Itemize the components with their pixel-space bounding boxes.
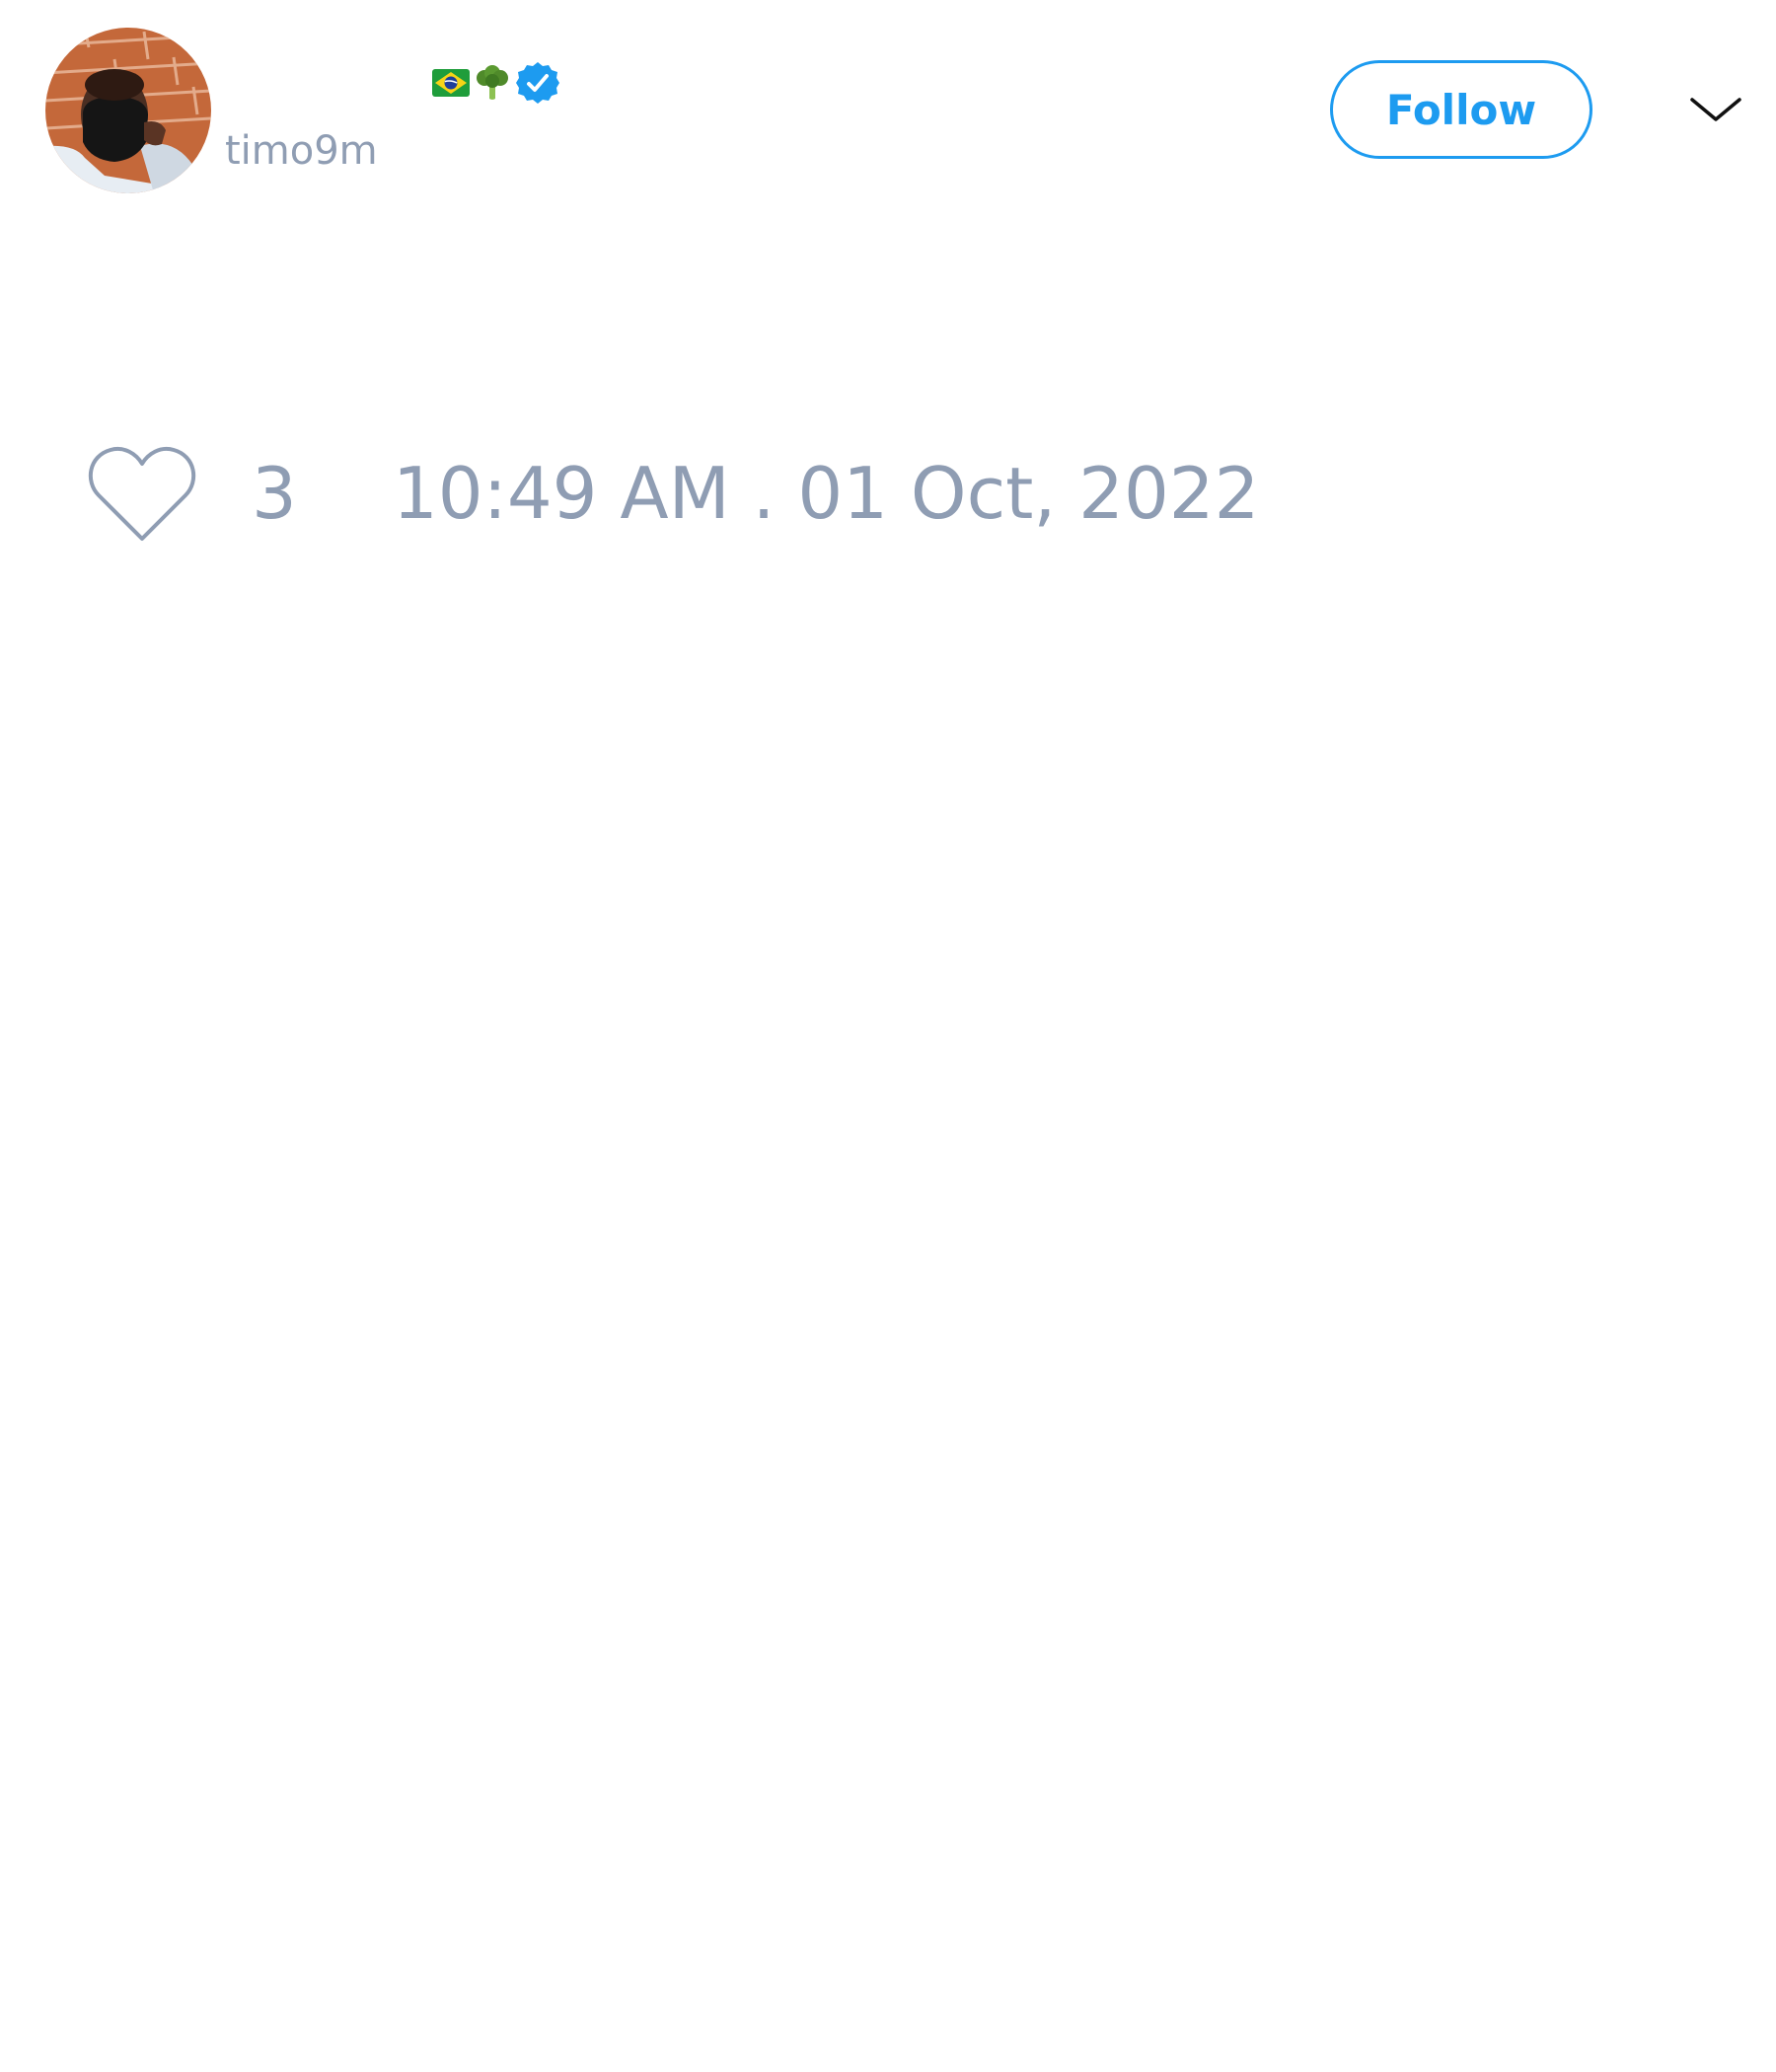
avatar[interactable] (45, 28, 211, 193)
tweet-card: timo9m Follow 3 10:49 AM . 01 Oct, 2022 (0, 0, 1776, 2072)
brazil-flag-icon (432, 69, 470, 97)
display-name[interactable] (432, 57, 560, 109)
broccoli-icon (477, 65, 508, 100)
avatar-image (45, 28, 211, 193)
like-button[interactable] (87, 444, 197, 545)
like-count: 3 (252, 452, 297, 535)
heart-outline-icon (89, 447, 195, 541)
tweet-timestamp[interactable]: 10:49 AM . 01 Oct, 2022 (393, 454, 1259, 533)
follow-button[interactable]: Follow (1330, 60, 1592, 159)
chevron-down-icon (1690, 98, 1741, 121)
user-handle[interactable]: timo9m (225, 126, 378, 176)
more-options-button[interactable] (1687, 89, 1744, 130)
verified-badge-icon (516, 62, 559, 104)
